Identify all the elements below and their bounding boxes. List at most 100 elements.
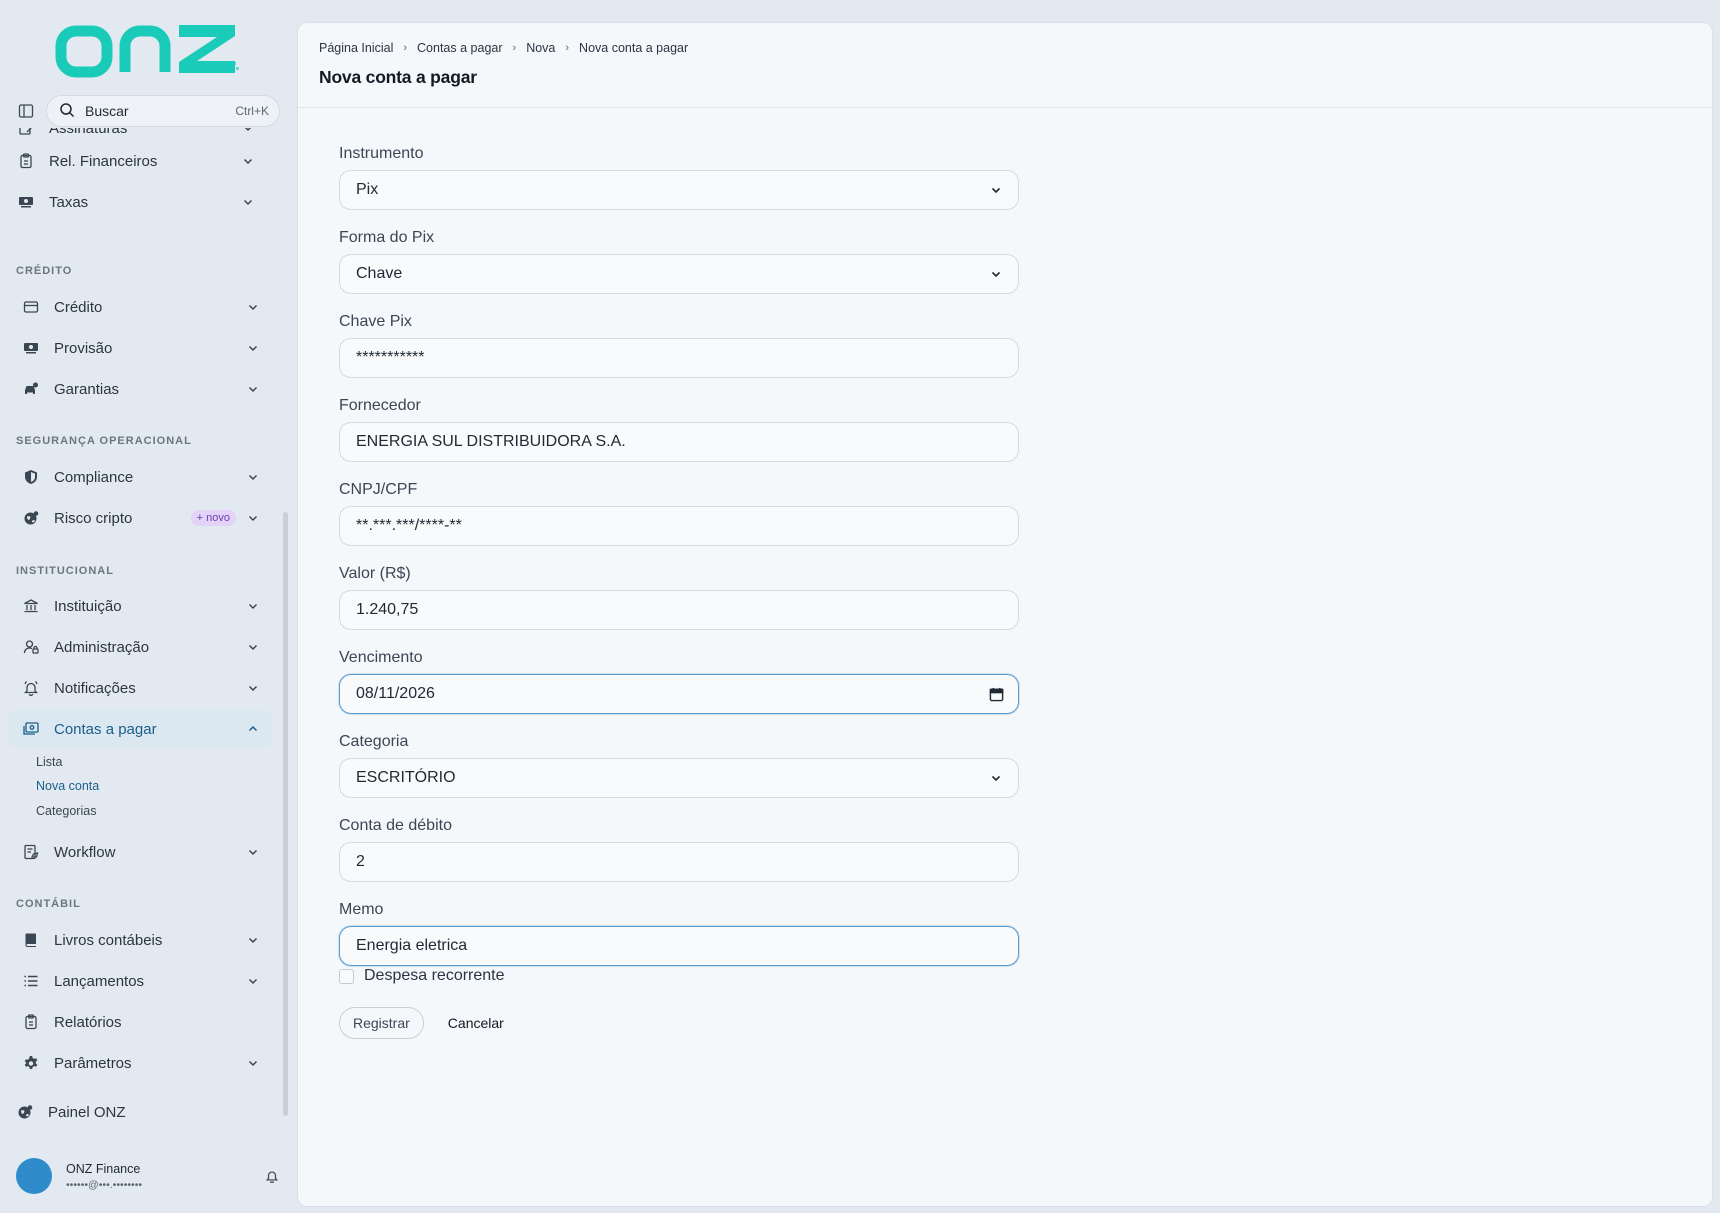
calendar-icon[interactable] bbox=[988, 686, 1004, 702]
page-title: Nova conta a pagar bbox=[319, 67, 477, 87]
field-vencimento: Vencimento 08/11/2026 bbox=[339, 649, 1019, 733]
vencimento-date-input[interactable]: 08/11/2026 bbox=[339, 674, 1019, 714]
breadcrumb-item-nova[interactable]: Nova bbox=[526, 41, 555, 55]
chave-pix-input[interactable]: *********** bbox=[339, 338, 1019, 378]
chevron-down-icon bbox=[988, 770, 1004, 786]
sidebar-item-administracao[interactable]: Administração bbox=[8, 628, 272, 666]
car-icon bbox=[22, 380, 40, 398]
sidebar-subitem-lista[interactable]: Lista bbox=[36, 755, 62, 769]
recorrente-row: Despesa recorrente bbox=[339, 965, 1019, 987]
cnpj-input[interactable]: **.***.***/****-** bbox=[339, 506, 1019, 546]
sidebar-item-rel-financeiros[interactable]: Rel. Financeiros bbox=[3, 142, 267, 180]
breadcrumb-item-home[interactable]: Página Inicial bbox=[319, 41, 393, 55]
sidebar-nav: Assinaturas Rel. Financeiros Taxas CRÉDI… bbox=[0, 128, 280, 1128]
workflow-icon bbox=[22, 843, 40, 861]
painel-onz-label: Painel ONZ bbox=[48, 1103, 126, 1121]
field-memo: Memo Energia eletrica bbox=[339, 901, 1019, 966]
chevron-down-icon bbox=[246, 382, 260, 396]
card-icon bbox=[22, 298, 40, 316]
globe-icon bbox=[16, 1103, 34, 1121]
search-input[interactable]: Buscar Ctrl+K bbox=[46, 95, 280, 127]
clipboard-icon bbox=[22, 1013, 40, 1031]
sidebar-item-parametros[interactable]: Parâmetros bbox=[8, 1044, 272, 1082]
sidebar-scrollbar[interactable] bbox=[283, 512, 288, 1116]
user-lock-icon bbox=[22, 638, 40, 656]
chevron-down-icon bbox=[246, 1056, 260, 1070]
forma-pix-select[interactable]: Chave bbox=[339, 254, 1019, 294]
field-instrumento: Instrumento Pix bbox=[339, 145, 1019, 229]
section-institucional: INSTITUCIONAL bbox=[16, 565, 114, 577]
sidebar-item-provisao[interactable]: Provisão bbox=[8, 329, 272, 367]
signature-icon bbox=[17, 128, 35, 137]
notification-bell-icon[interactable] bbox=[264, 1168, 280, 1184]
main-panel: Página Inicial › Contas a pagar › Nova ›… bbox=[297, 22, 1713, 1207]
sidebar-subitem-nova-conta[interactable]: Nova conta bbox=[36, 779, 99, 793]
chevron-down-icon bbox=[988, 266, 1004, 282]
memo-input[interactable]: Energia eletrica bbox=[339, 926, 1019, 966]
user-name: ONZ Finance bbox=[66, 1161, 141, 1176]
clipboard-icon bbox=[17, 152, 35, 170]
chevron-down-icon bbox=[241, 195, 255, 209]
field-fornecedor: Fornecedor ENERGIA SUL DISTRIBUIDORA S.A… bbox=[339, 397, 1019, 481]
list-icon bbox=[22, 972, 40, 990]
onz-logo[interactable] bbox=[55, 22, 240, 78]
user-info: ONZ Finance ••••••@•••.•••••••• bbox=[66, 1162, 264, 1191]
chevron-down-icon bbox=[241, 128, 255, 135]
sidebar-item-notificacoes[interactable]: Notificações bbox=[8, 669, 272, 707]
field-conta-debito: Conta de débito 2 bbox=[339, 817, 1019, 901]
page-header: Página Inicial › Contas a pagar › Nova ›… bbox=[298, 23, 1712, 108]
recorrente-checkbox[interactable] bbox=[339, 968, 354, 984]
registrar-button[interactable]: Registrar bbox=[339, 1007, 424, 1039]
sidebar-item-compliance[interactable]: Compliance bbox=[8, 458, 272, 496]
new-badge: + novo bbox=[190, 510, 236, 526]
chevron-down-icon bbox=[246, 681, 260, 695]
categoria-select[interactable]: ESCRITÓRIO bbox=[339, 758, 1019, 798]
chevron-down-icon bbox=[246, 511, 260, 525]
breadcrumb-item-contas[interactable]: Contas a pagar bbox=[417, 41, 502, 55]
section-seguranca: SEGURANÇA OPERACIONAL bbox=[16, 435, 192, 447]
field-forma-pix: Forma do Pix Chave bbox=[339, 229, 1019, 313]
sidebar-item-garantias[interactable]: Garantias bbox=[8, 370, 272, 408]
chevron-down-icon bbox=[241, 154, 255, 168]
valor-input[interactable]: 1.240,75 bbox=[339, 590, 1019, 630]
sidebar-item-instituicao[interactable]: Instituição bbox=[8, 587, 272, 625]
painel-onz-link[interactable]: Painel ONZ bbox=[16, 1100, 276, 1124]
sidebar-item-relatorios[interactable]: Relatórios bbox=[8, 1003, 272, 1041]
conta-debito-input[interactable]: 2 bbox=[339, 842, 1019, 882]
sidebar-item-risco-cripto[interactable]: Risco cripto + novo bbox=[8, 499, 272, 537]
chevron-down-icon bbox=[246, 300, 260, 314]
gear-icon bbox=[22, 1054, 40, 1072]
chevron-right-icon: › bbox=[565, 42, 570, 54]
chevron-down-icon bbox=[246, 341, 260, 355]
sidebar-item-contas-a-pagar[interactable]: Contas a pagar bbox=[8, 710, 272, 748]
sidebar: Buscar Ctrl+K Assinaturas Rel. Financeir… bbox=[0, 0, 296, 1213]
new-bill-form: Instrumento Pix Forma do Pix Chave Chave… bbox=[339, 145, 1019, 1039]
chevron-down-icon bbox=[246, 470, 260, 484]
book-icon bbox=[22, 931, 40, 949]
search-shortcut: Ctrl+K bbox=[235, 104, 269, 118]
user-profile[interactable]: ONZ Finance ••••••@•••.•••••••• bbox=[16, 1156, 280, 1196]
user-email: ••••••@•••.•••••••• bbox=[66, 1178, 143, 1191]
sidebar-item-credito[interactable]: Crédito bbox=[8, 288, 272, 326]
breadcrumb-item-current: Nova conta a pagar bbox=[579, 41, 689, 55]
money-icon bbox=[17, 193, 35, 211]
chevron-up-icon bbox=[246, 722, 260, 736]
sidebar-toggle-icon[interactable] bbox=[16, 101, 36, 121]
sidebar-item-taxas[interactable]: Taxas bbox=[3, 183, 267, 221]
sidebar-subitem-categorias[interactable]: Categorias bbox=[36, 804, 96, 818]
recorrente-label[interactable]: Despesa recorrente bbox=[364, 967, 505, 985]
instrumento-select[interactable]: Pix bbox=[339, 170, 1019, 210]
sidebar-item-livros-contabeis[interactable]: Livros contábeis bbox=[8, 921, 272, 959]
search-icon bbox=[59, 102, 75, 121]
avatar[interactable] bbox=[16, 1158, 52, 1194]
field-categoria: Categoria ESCRITÓRIO bbox=[339, 733, 1019, 817]
cancelar-button[interactable]: Cancelar bbox=[448, 1015, 504, 1031]
onz-logo-icon bbox=[55, 25, 239, 78]
field-valor: Valor (R$) 1.240,75 bbox=[339, 565, 1019, 649]
money-icon bbox=[22, 339, 40, 357]
sidebar-item-workflow[interactable]: Workflow bbox=[8, 833, 272, 871]
fornecedor-input[interactable]: ENERGIA SUL DISTRIBUIDORA S.A. bbox=[339, 422, 1019, 462]
sidebar-item-lancamentos[interactable]: Lançamentos bbox=[8, 962, 272, 1000]
shield-icon bbox=[22, 468, 40, 486]
bill-icon bbox=[22, 720, 40, 738]
